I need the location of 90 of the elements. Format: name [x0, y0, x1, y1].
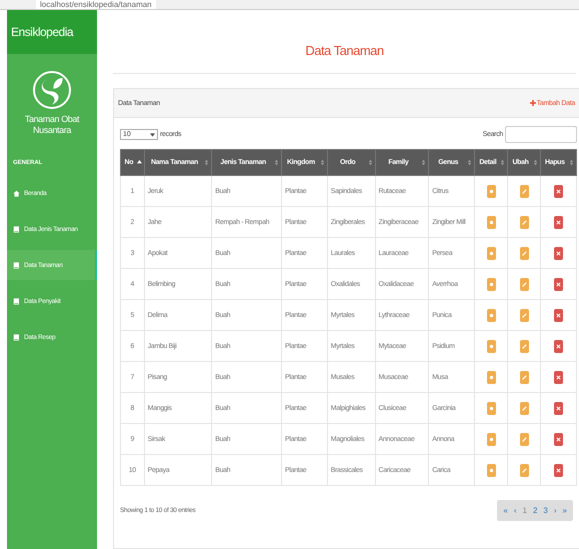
close-icon — [556, 344, 561, 348]
page-link[interactable]: 1 — [520, 506, 529, 515]
detail-button[interactable] — [486, 246, 496, 260]
detail-button[interactable] — [486, 308, 496, 322]
delete-button[interactable] — [554, 402, 563, 414]
edit-button[interactable] — [520, 432, 529, 446]
app-name: Tanaman Obat Nusantara — [24, 114, 80, 136]
delete-button[interactable] — [554, 278, 563, 290]
edit-button[interactable] — [520, 340, 529, 352]
sort-icon — [569, 159, 574, 166]
dot-icon — [488, 436, 494, 442]
dot-icon — [488, 406, 494, 410]
dot-icon — [488, 220, 494, 224]
edit-button[interactable] — [520, 370, 529, 384]
page-link[interactable]: 3 — [541, 506, 550, 515]
dropdown-icon — [150, 132, 155, 136]
address-bar[interactable]: localhost/ensiklopedia/tanaman — [36, 0, 156, 9]
pencil-icon — [522, 374, 527, 380]
dot-icon — [488, 468, 494, 472]
sort-icon — [368, 159, 373, 166]
page-title: Data Tanaman — [113, 10, 576, 74]
detail-button[interactable] — [486, 402, 496, 414]
detail-button[interactable] — [486, 464, 496, 476]
delete-button[interactable] — [554, 308, 563, 322]
plus-icon — [530, 100, 536, 106]
sort-icon — [467, 159, 472, 166]
leaf-logo-icon — [32, 70, 72, 110]
book-icon — [13, 334, 20, 340]
delete-button[interactable] — [554, 432, 563, 446]
close-icon — [556, 374, 561, 380]
page-link[interactable]: 2 — [530, 506, 540, 515]
sort-icon — [204, 159, 210, 166]
home-icon — [13, 190, 20, 196]
pencil-icon — [522, 220, 527, 224]
sort-icon — [500, 159, 506, 166]
edit-button[interactable] — [520, 246, 529, 260]
sort-icon — [274, 159, 280, 166]
close-icon — [556, 468, 561, 472]
pencil-icon — [522, 468, 527, 472]
page-link[interactable]: ‹ — [512, 506, 519, 515]
sort-icon — [532, 159, 538, 166]
delete-button[interactable] — [554, 216, 563, 228]
delete-button[interactable] — [554, 464, 563, 476]
book-icon — [13, 298, 20, 304]
dot-icon — [488, 344, 494, 348]
pencil-icon — [522, 406, 527, 410]
edit-button[interactable] — [520, 464, 529, 476]
dot-icon — [488, 374, 494, 380]
pencil-icon — [522, 188, 527, 194]
page-link[interactable]: › — [552, 506, 559, 515]
pencil-icon — [522, 344, 527, 348]
pencil-icon — [522, 436, 527, 442]
delete-button[interactable] — [554, 184, 563, 198]
detail-button[interactable] — [486, 216, 496, 228]
sort-ascending-icon — [136, 159, 142, 166]
close-icon — [556, 188, 561, 194]
sort-icon — [421, 159, 426, 166]
close-icon — [556, 282, 561, 286]
page-link[interactable]: « — [501, 506, 510, 515]
delete-button[interactable] — [554, 340, 563, 352]
close-icon — [556, 436, 561, 442]
detail-button[interactable] — [486, 278, 496, 290]
edit-button[interactable] — [520, 184, 529, 198]
close-icon — [556, 312, 561, 318]
book-icon — [13, 262, 20, 268]
edit-button[interactable] — [520, 278, 529, 290]
pencil-icon — [522, 250, 527, 256]
brand-title: Ensiklopedia — [7, 10, 97, 54]
edit-button[interactable] — [520, 216, 529, 228]
page-link[interactable]: » — [560, 506, 569, 515]
delete-button[interactable] — [554, 370, 563, 384]
dot-icon — [488, 250, 494, 256]
pencil-icon — [522, 312, 527, 318]
detail-button[interactable] — [486, 370, 496, 384]
detail-button[interactable] — [486, 184, 496, 198]
edit-button[interactable] — [520, 308, 529, 322]
sort-icon — [320, 159, 325, 166]
delete-button[interactable] — [554, 246, 563, 260]
edit-button[interactable] — [520, 402, 529, 414]
dot-icon — [488, 188, 494, 194]
search-field[interactable] — [505, 126, 577, 143]
book-icon — [13, 226, 20, 232]
close-icon — [556, 250, 561, 256]
dot-icon — [488, 282, 494, 286]
close-icon — [556, 220, 561, 224]
dot-icon — [488, 312, 494, 318]
close-icon — [556, 406, 561, 410]
pencil-icon — [522, 282, 527, 286]
detail-button[interactable] — [486, 432, 496, 446]
detail-button[interactable] — [486, 340, 496, 352]
